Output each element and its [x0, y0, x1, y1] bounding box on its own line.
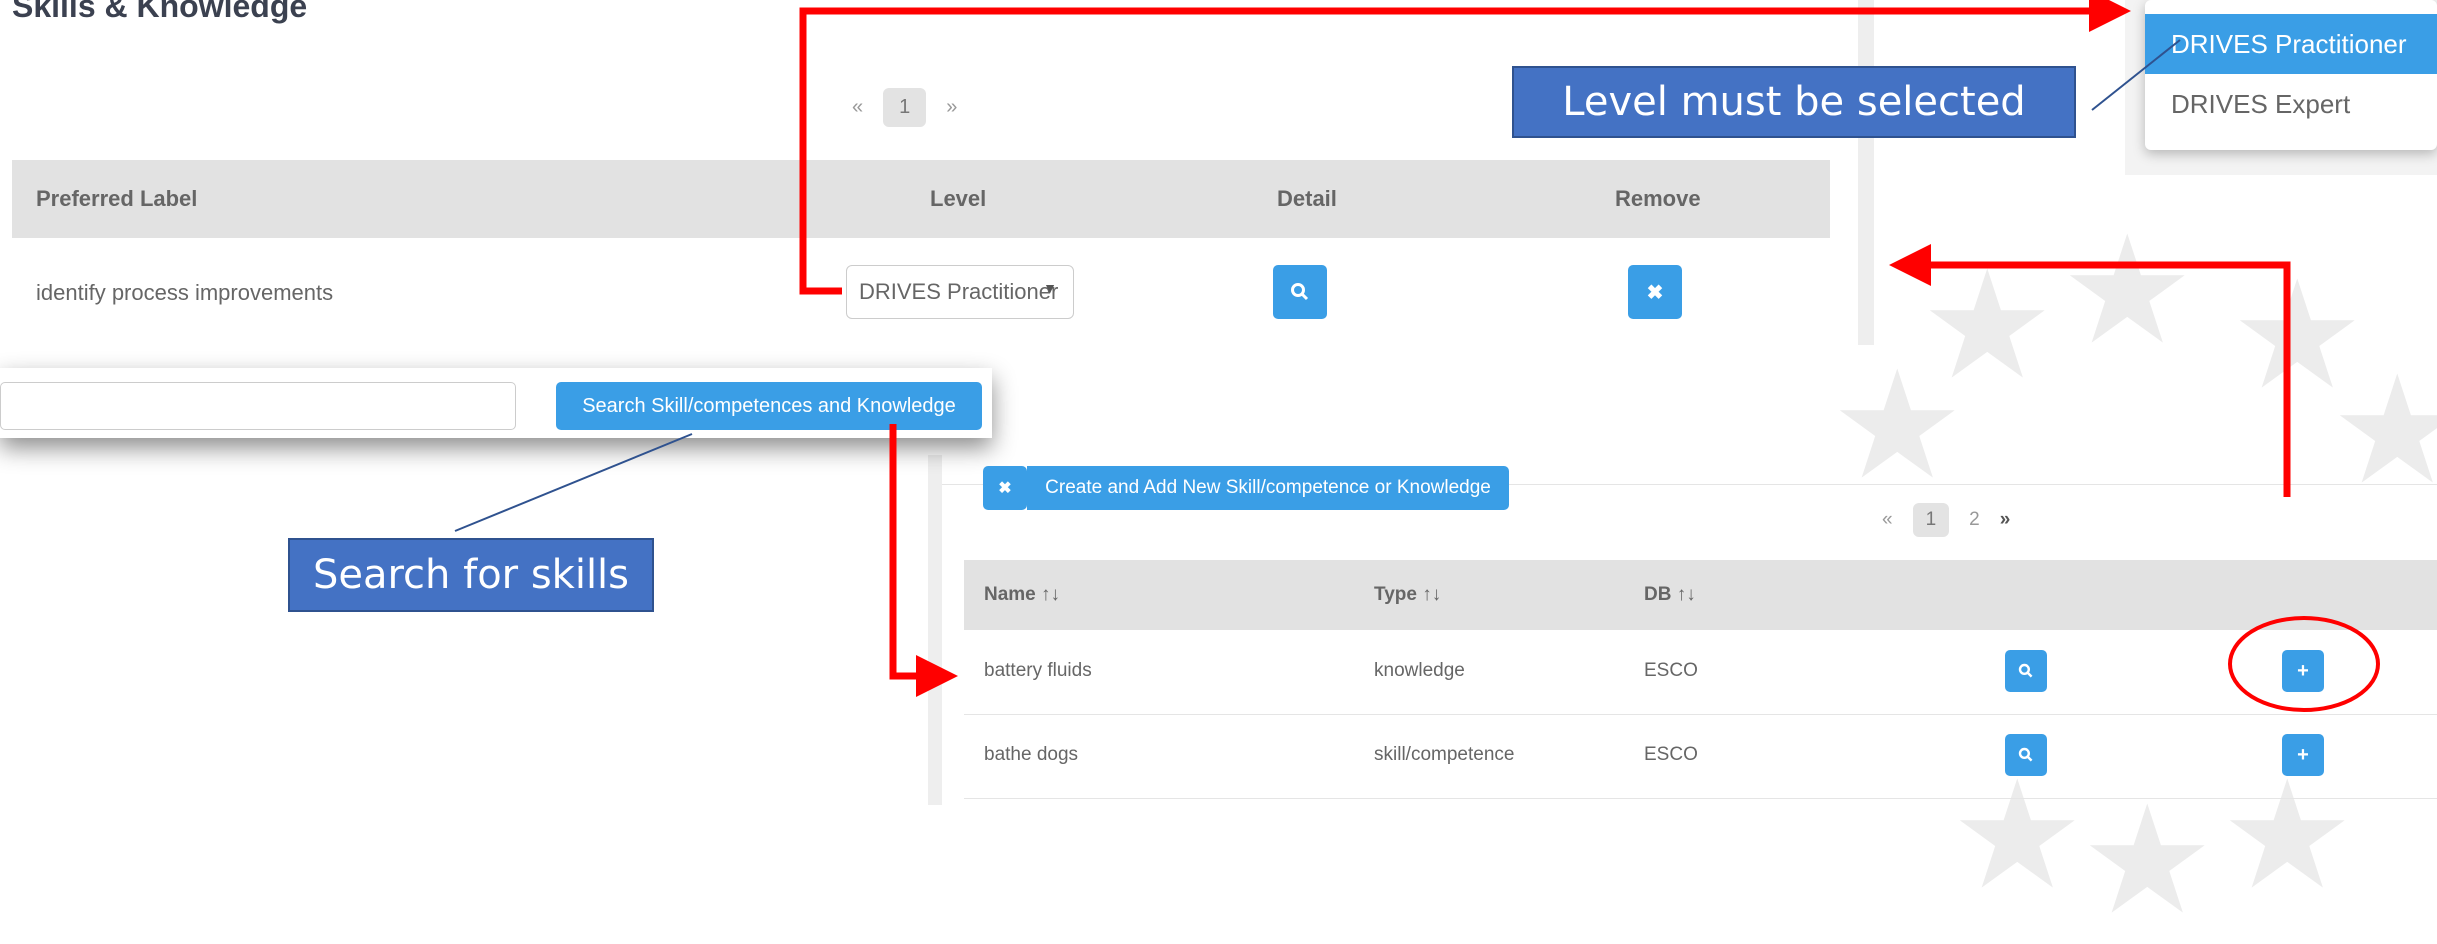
callout-leader-line	[2091, 39, 2181, 111]
annotation-arrows	[454, 0, 2380, 712]
callout-leader-line	[454, 433, 693, 532]
highlight-circle	[2228, 616, 2380, 712]
